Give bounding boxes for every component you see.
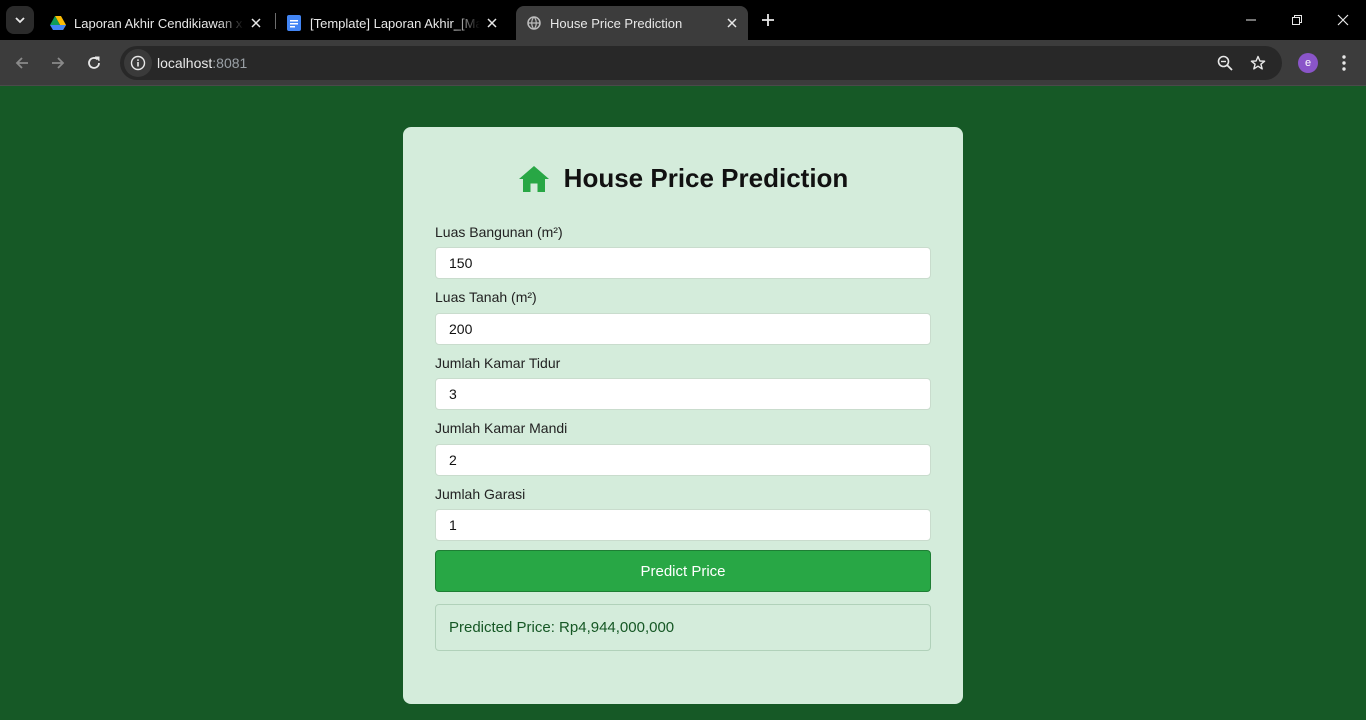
profile-avatar[interactable]: e bbox=[1298, 53, 1318, 73]
url-host: localhost bbox=[157, 55, 213, 71]
luas-tanah-input[interactable] bbox=[435, 313, 931, 345]
tab-title: House Price Prediction bbox=[550, 15, 683, 31]
url-port: :8081 bbox=[212, 55, 248, 71]
tab-search-button[interactable] bbox=[6, 6, 34, 34]
luas-bangunan-label: Luas Bangunan (m²) bbox=[435, 224, 563, 240]
reload-icon bbox=[88, 56, 100, 69]
info-icon bbox=[130, 55, 146, 71]
page-heading: House Price Prediction bbox=[403, 163, 963, 194]
close-window-button[interactable] bbox=[1320, 0, 1366, 40]
close-tab-icon[interactable] bbox=[244, 11, 268, 35]
google-drive-icon bbox=[50, 15, 66, 31]
bookmark-button[interactable] bbox=[1246, 51, 1270, 75]
address-bar[interactable]: localhost:8081 bbox=[120, 46, 1282, 80]
browser-toolbar: localhost:8081 e bbox=[0, 40, 1366, 86]
reload-button[interactable] bbox=[80, 49, 108, 77]
close-tab-icon[interactable] bbox=[480, 11, 504, 35]
garasi-label: Jumlah Garasi bbox=[435, 486, 526, 502]
kamar-mandi-input[interactable] bbox=[435, 444, 931, 476]
new-tab-button[interactable] bbox=[756, 8, 780, 32]
zoom-out-icon bbox=[1217, 55, 1233, 71]
globe-icon bbox=[526, 15, 542, 31]
kamar-tidur-input[interactable] bbox=[435, 378, 931, 410]
forward-button[interactable] bbox=[44, 49, 72, 77]
kamar-mandi-label: Jumlah Kamar Mandi bbox=[435, 420, 568, 436]
prediction-result-text: Predicted Price: Rp4,944,000,000 bbox=[449, 619, 675, 636]
minimize-icon bbox=[1246, 19, 1256, 21]
zoom-button[interactable] bbox=[1213, 51, 1237, 75]
close-icon bbox=[1337, 14, 1349, 26]
home-icon bbox=[518, 164, 550, 194]
close-tab-icon[interactable] bbox=[720, 11, 744, 35]
tab-strip: Laporan Akhir Cendikiawan x Ka [Template… bbox=[0, 0, 1366, 40]
chevron-down-icon bbox=[15, 17, 25, 24]
tab-template-laporan[interactable]: [Template] Laporan Akhir_[Mag bbox=[276, 6, 508, 40]
site-info-button[interactable] bbox=[124, 49, 152, 77]
tab-title: [Template] Laporan Akhir_[Mag bbox=[310, 15, 480, 31]
plus-icon bbox=[762, 14, 774, 26]
page-viewport: House Price Prediction Luas Bangunan (m²… bbox=[0, 87, 1366, 720]
prediction-form-card: House Price Prediction Luas Bangunan (m²… bbox=[403, 127, 963, 704]
predict-price-button[interactable]: Predict Price bbox=[435, 550, 931, 592]
forward-arrow-icon bbox=[52, 57, 65, 69]
url-text[interactable]: localhost:8081 bbox=[157, 55, 247, 71]
restore-button[interactable] bbox=[1274, 0, 1320, 40]
luas-tanah-label: Luas Tanah (m²) bbox=[435, 289, 537, 305]
star-icon bbox=[1250, 55, 1266, 70]
tab-house-price-prediction[interactable]: House Price Prediction bbox=[516, 6, 748, 40]
back-arrow-icon bbox=[15, 57, 28, 69]
more-vertical-icon bbox=[1342, 55, 1346, 71]
garasi-input[interactable] bbox=[435, 509, 931, 541]
kamar-tidur-label: Jumlah Kamar Tidur bbox=[435, 355, 561, 371]
page-title: House Price Prediction bbox=[563, 163, 849, 193]
prediction-result: Predicted Price: Rp4,944,000,000 bbox=[435, 604, 931, 651]
google-docs-icon bbox=[286, 15, 302, 31]
luas-bangunan-input[interactable] bbox=[435, 247, 931, 279]
tab-title: Laporan Akhir Cendikiawan x Ka bbox=[74, 15, 244, 31]
browser-menu-button[interactable] bbox=[1332, 51, 1356, 75]
tab-laporan-akhir[interactable]: Laporan Akhir Cendikiawan x Ka bbox=[40, 6, 272, 40]
back-button[interactable] bbox=[8, 49, 36, 77]
minimize-button[interactable] bbox=[1228, 0, 1274, 40]
restore-icon bbox=[1292, 15, 1302, 25]
